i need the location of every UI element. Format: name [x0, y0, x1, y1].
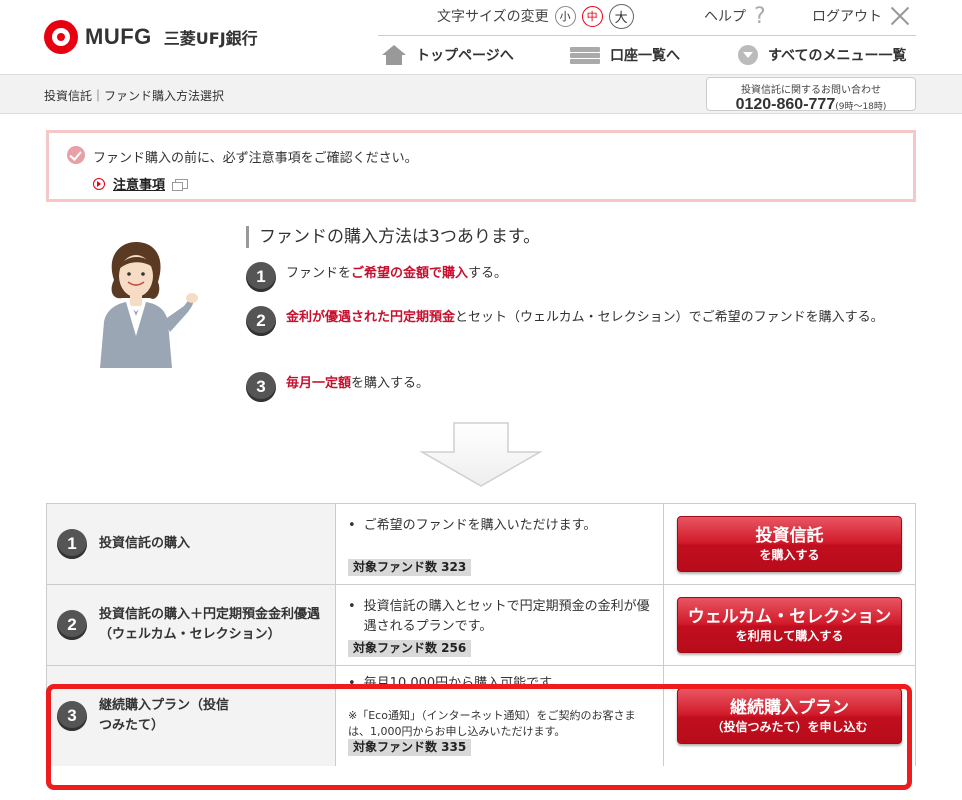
number-1-badge: 1	[57, 529, 87, 559]
row-3-note: ※「Eco通知」（インターネット通知）をご契約のお客さまは、1,000円からお申…	[348, 709, 636, 738]
number-2-badge: 2	[246, 306, 276, 336]
font-size-medium-button[interactable]: 中	[581, 5, 603, 27]
row-1-desc-cell: ご希望のファンドを購入いただけます。 対象ファンド数 323	[336, 504, 664, 584]
button-main-label: ウェルカム・セレクション	[687, 607, 892, 627]
help-label: ヘルプ	[704, 9, 746, 25]
row-1-title: 投資信託の購入	[99, 536, 191, 551]
row-3-action-cell: 継続購入プラン （投信つみたて）を申し込む	[664, 666, 915, 766]
number-3-badge: 3	[246, 372, 276, 402]
button-main-label: 投資信託	[755, 526, 824, 546]
logout-label: ログアウト	[812, 9, 882, 25]
font-size-large-button[interactable]: 大	[608, 3, 634, 29]
header: MUFG 三菱UFJ銀行 文字サイズの変更 小 中 大 ヘルプ ? ログアウト …	[0, 0, 962, 74]
down-arrow-icon	[420, 422, 542, 487]
row-3-desc-cell: 毎月10,000円から購入可能です。 ※「Eco通知」（インターネット通知）をご…	[336, 666, 664, 766]
breadcrumb-bar: 投資信託｜ファンド購入方法選択 投資信託に関するお問い合わせ 0120-860-…	[0, 74, 962, 114]
notice-text: ファンド購入の前に、必ず注意事項をご確認ください。	[93, 151, 418, 166]
contact-title: 投資信託に関するお問い合わせ	[741, 85, 881, 96]
contact-line: 0120-860-777(9時～18時)	[707, 96, 915, 114]
logout-link[interactable]: ログアウト	[812, 4, 910, 28]
mufg-logo-icon	[44, 20, 78, 54]
row-1-desc: ご希望のファンドを購入いただけます。	[348, 516, 653, 536]
guide-woman-illustration	[100, 242, 198, 368]
row-2-action-cell: ウェルカム・セレクション を利用して購入する	[664, 585, 915, 665]
button-main-label: 継続購入プラン	[730, 698, 849, 718]
method-3-post: を購入する。	[351, 376, 430, 391]
method-3-emphasis: 毎月一定額	[286, 376, 352, 391]
bank-name: 三菱UFJ銀行	[163, 29, 258, 48]
intro-heading: ファンドの購入方法は3つあります。	[246, 226, 540, 248]
row-2-desc-cell: 投資信託の購入とセットで円定期預金の金利が優遇されるプランです。 対象ファンド数…	[336, 585, 664, 665]
header-divider	[378, 35, 916, 36]
arrow-right-icon	[93, 177, 105, 190]
nav-top-page-label: トップページへ	[416, 48, 514, 64]
row-2-fund-count: 対象ファンド数 256	[348, 640, 472, 657]
method-2-emphasis: 金利が優遇された円定期預金	[286, 310, 456, 325]
row-3-title-cell: 3 継続購入プラン（投信つみたて）	[47, 666, 336, 766]
account-stack-icon	[570, 45, 600, 65]
nav-account-list[interactable]: 口座一覧へ	[570, 42, 680, 68]
contact-phone: 0120-860-777	[735, 96, 836, 113]
row-1-title-cell: 1 投資信託の購入	[47, 504, 336, 584]
mufg-logo[interactable]: MUFG 三菱UFJ銀行	[44, 20, 258, 54]
new-window-icon	[172, 178, 189, 191]
welcome-selection-button[interactable]: ウェルカム・セレクション を利用して購入する	[677, 597, 902, 653]
method-1-pre: ファンドを	[286, 266, 352, 281]
help-link[interactable]: ヘルプ ?	[704, 3, 766, 29]
caution-link-label: 注意事項	[113, 178, 166, 193]
question-mark-icon: ?	[754, 3, 766, 29]
contact-hours: (9時～18時)	[835, 102, 887, 112]
method-2: 2 金利が優遇された円定期預金とセット（ウェルカム・セレクション）でご希望のファ…	[246, 306, 904, 336]
caution-link[interactable]: 注意事項	[93, 174, 189, 193]
contact-box: 投資信託に関するお問い合わせ 0120-860-777(9時～18時)	[706, 77, 916, 114]
row-2-title: 投資信託の購入＋円定期預金金利優遇（ウェルカム・セレクション）	[99, 607, 321, 642]
number-2-badge: 2	[57, 610, 87, 640]
button-sub-label: （投信つみたて）を申し込む	[711, 720, 868, 734]
purchase-method-table: 1 投資信託の購入 ご希望のファンドを購入いただけます。 対象ファンド数 323…	[46, 503, 916, 766]
method-2-post: とセット（ウェルカム・セレクション）でご希望のファンドを購入する。	[455, 310, 884, 325]
row-1-fund-count: 対象ファンド数 323	[348, 559, 472, 576]
method-1-post: する。	[468, 266, 508, 281]
logo-text: MUFG	[85, 24, 152, 49]
number-3-badge: 3	[57, 701, 87, 731]
table-row: 2 投資信託の購入＋円定期預金金利優遇（ウェルカム・セレクション） 投資信託の購…	[46, 585, 916, 666]
row-1-action-cell: 投資信託 を購入する	[664, 504, 915, 584]
nav-top-page[interactable]: トップページへ	[382, 42, 514, 68]
button-sub-label: を利用して購入する	[735, 629, 844, 643]
nav-account-list-label: 口座一覧へ	[610, 48, 680, 64]
breadcrumb: 投資信託｜ファンド購入方法選択	[44, 89, 225, 103]
number-1-badge: 1	[246, 262, 276, 292]
home-icon	[382, 45, 406, 65]
row-3-desc: 毎月10,000円から購入可能です。	[348, 674, 653, 694]
close-icon	[890, 6, 910, 26]
table-row: 3 継続購入プラン（投信つみたて） 毎月10,000円から購入可能です。 ※「E…	[46, 666, 916, 766]
button-sub-label: を購入する	[759, 548, 820, 562]
nav-all-menu-label: すべてのメニュー一覧	[768, 48, 907, 64]
table-row: 1 投資信託の購入 ご希望のファンドを購入いただけます。 対象ファンド数 323…	[46, 504, 916, 585]
row-3-fund-count: 対象ファンド数 335	[348, 739, 472, 756]
font-size-label: 文字サイズの変更	[437, 9, 549, 25]
method-1: 1 ファンドをご希望の金額で購入する。	[246, 262, 904, 292]
method-1-emphasis: ご希望の金額で購入	[351, 266, 469, 281]
row-3-title: 継続購入プラン（投信つみたて）	[99, 698, 230, 733]
check-icon	[67, 146, 85, 164]
method-3: 3 毎月一定額を購入する。	[246, 372, 904, 402]
buy-investment-trust-button[interactable]: 投資信託 を購入する	[677, 516, 902, 572]
notice-box: ファンド購入の前に、必ず注意事項をご確認ください。 注意事項	[46, 130, 916, 202]
continuous-purchase-plan-button[interactable]: 継続購入プラン （投信つみたて）を申し込む	[677, 688, 902, 744]
font-size-small-button[interactable]: 小	[554, 5, 576, 27]
row-2-desc: 投資信託の購入とセットで円定期預金の金利が優遇されるプランです。	[348, 597, 653, 637]
chevron-down-icon	[738, 45, 758, 65]
font-size-switcher: 文字サイズの変更 小 中 大	[437, 3, 634, 29]
row-2-title-cell: 2 投資信託の購入＋円定期預金金利優遇（ウェルカム・セレクション）	[47, 585, 336, 665]
nav-all-menu[interactable]: すべてのメニュー一覧	[738, 42, 906, 68]
